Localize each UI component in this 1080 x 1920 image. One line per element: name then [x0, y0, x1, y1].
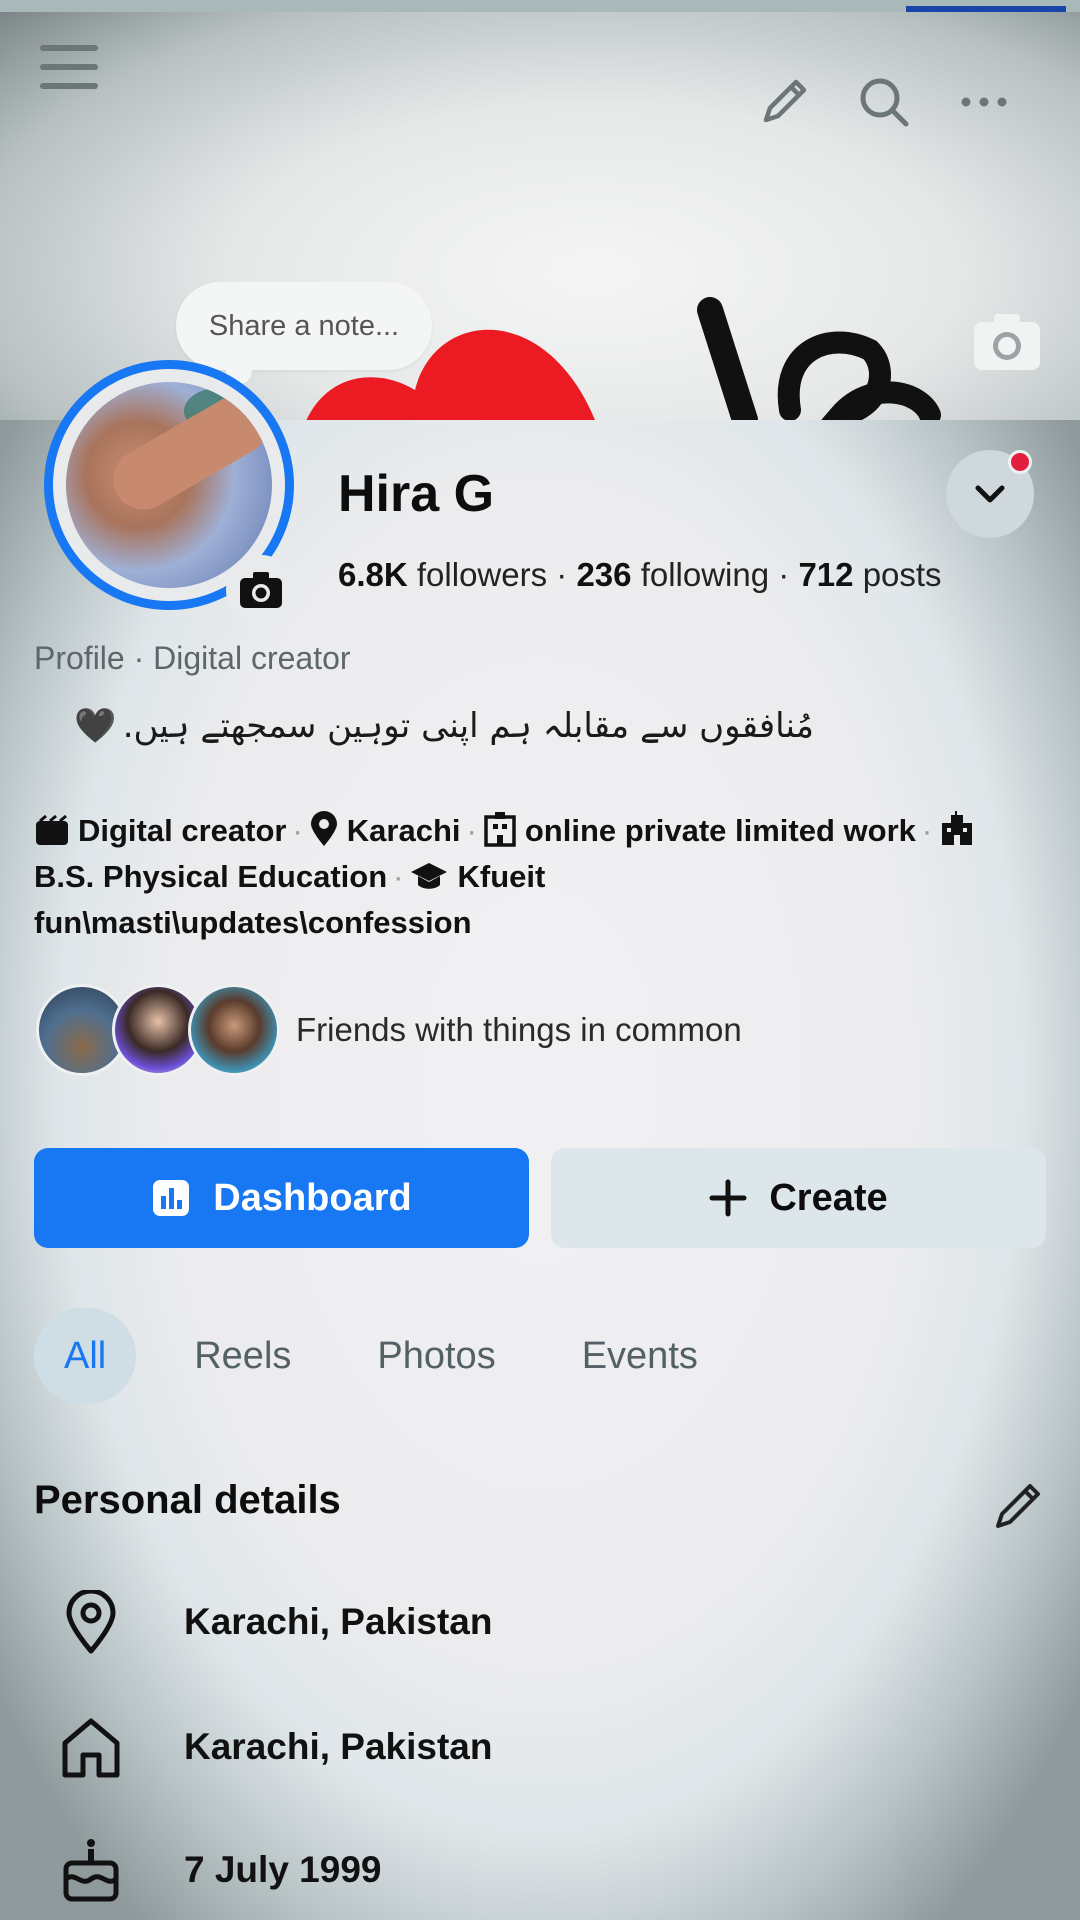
graduation-cap-icon: [411, 863, 448, 889]
avatar-camera-button[interactable]: [226, 555, 296, 625]
intro-details: Digital creator · Karachi · online private l…: [34, 808, 1034, 946]
more-icon[interactable]: [960, 92, 1008, 112]
followers-count: 6.8K: [338, 556, 408, 593]
personal-details-title: Personal details: [34, 1478, 341, 1522]
tab-all[interactable]: All: [34, 1308, 137, 1404]
school-text: Kfueit: [457, 859, 546, 894]
posts-count: 712: [798, 556, 854, 593]
edit-pencil-icon[interactable]: [990, 1478, 1046, 1534]
cover-photo[interactable]: [0, 0, 1080, 420]
category-text: Digital creator: [78, 813, 287, 848]
current-city-text: Karachi, Pakistan: [184, 1601, 493, 1642]
following-count: 236: [576, 556, 632, 593]
hometown-row: Karachi, Pakistan: [58, 1707, 492, 1787]
birthday-cake-icon: [63, 1839, 119, 1902]
location-pin-icon: [310, 811, 337, 846]
school-building-icon: [942, 811, 973, 845]
profile-tabs: All Reels Photos Events: [34, 1308, 756, 1404]
notification-dot: [1008, 450, 1032, 474]
clapperboard-icon: [36, 815, 68, 845]
posts-label: posts: [862, 556, 942, 593]
create-label: Create: [769, 1176, 888, 1219]
work-text: online private limited work: [524, 813, 916, 848]
following-label: following: [640, 556, 770, 593]
dashboard-icon: [153, 1180, 190, 1216]
birthday-text: 7 July 1999: [184, 1849, 382, 1890]
camera-icon[interactable]: [972, 310, 1042, 372]
script-graphic: [697, 297, 941, 420]
current-city-row: Karachi, Pakistan: [58, 1582, 492, 1662]
home-icon: [62, 1718, 120, 1778]
profile-dropdown-button[interactable]: [946, 450, 1034, 538]
progress-fill: [906, 6, 1066, 12]
create-button[interactable]: Create: [551, 1148, 1046, 1248]
profile-name: Hira G: [338, 465, 495, 523]
tab-reels[interactable]: Reels: [166, 1308, 319, 1404]
hometown-text: Karachi, Pakistan: [184, 1726, 493, 1767]
progress-line: [0, 0, 1080, 12]
extra-text: fun\masti\updates\confession: [34, 905, 472, 940]
share-note-button[interactable]: Share a note...: [176, 282, 432, 384]
location-text: Karachi: [346, 813, 461, 848]
search-icon[interactable]: [856, 74, 912, 130]
dashboard-button[interactable]: Dashboard: [34, 1148, 529, 1248]
profile-stats[interactable]: 6.8K followers · 236 following · 712 pos…: [338, 556, 942, 594]
friends-in-common[interactable]: Friends with things in common: [36, 984, 742, 1076]
friends-label: Friends with things in common: [296, 1011, 742, 1048]
profile-bio: مُنافقوں سے مقابلہ ہم اپنی توہین سمجھتے …: [34, 705, 814, 747]
menu-icon[interactable]: [40, 45, 98, 101]
black-heart-emoji: 🖤: [74, 705, 117, 746]
dashboard-label: Dashboard: [213, 1176, 412, 1219]
plus-icon: [709, 1179, 747, 1217]
tab-photos[interactable]: Photos: [349, 1308, 523, 1404]
pencil-icon[interactable]: [756, 74, 812, 130]
followers-label: followers: [416, 556, 548, 593]
education-text: B.S. Physical Education: [34, 859, 388, 894]
bio-text: مُنافقوں سے مقابلہ ہم اپنی توہین سمجھتے …: [122, 706, 814, 746]
camera-icon: [240, 572, 282, 608]
birthday-row: 7 July 1999: [58, 1830, 381, 1910]
tab-events[interactable]: Events: [554, 1308, 726, 1404]
building-icon: [484, 812, 516, 847]
profile-type-label: Profile · Digital creator: [34, 640, 351, 676]
avatar-image: [66, 382, 272, 588]
location-pin-icon: [66, 1590, 116, 1654]
chevron-down-icon: [975, 485, 1005, 503]
friend-avatar: [188, 984, 280, 1076]
